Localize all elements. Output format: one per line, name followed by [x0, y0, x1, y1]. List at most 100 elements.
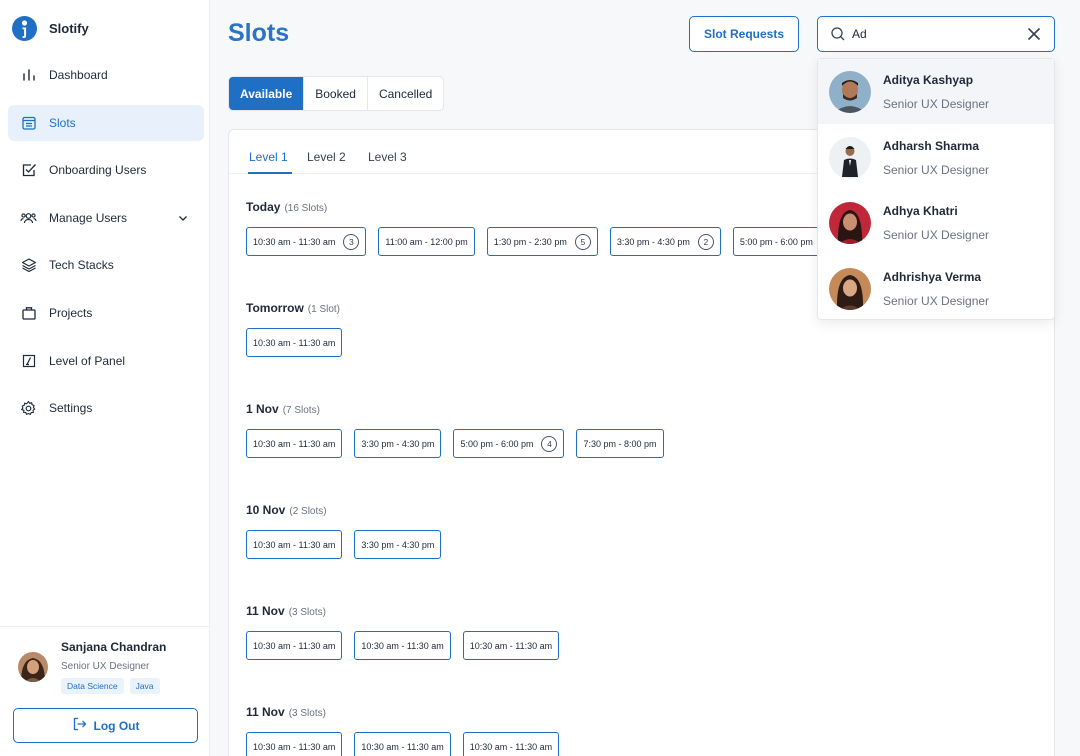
slot-chip[interactable]: 10:30 am - 11:30 am	[462, 631, 560, 660]
search-result-item[interactable]: Adhrishya Verma Senior UX Designer	[818, 256, 1054, 321]
slot-time: 10:30 am - 11:30 am	[253, 438, 336, 449]
slot-chip[interactable]: 10:30 am - 11:30 am	[246, 429, 343, 458]
gear-icon	[20, 400, 37, 417]
slot-time: 7:30 pm - 8:00 pm	[583, 438, 657, 449]
slot-chip[interactable]: 3:30 pm - 4:30 pm 2	[609, 227, 721, 256]
slot-badge: 5	[574, 233, 591, 250]
slot-chip[interactable]: 1:30 pm - 2:30 pm 5	[486, 227, 598, 256]
calendar-list-icon	[20, 114, 37, 131]
tab-level-1[interactable]: Level 1	[249, 150, 288, 164]
briefcase-icon	[20, 304, 37, 321]
slot-chip[interactable]: 10:30 am - 11:30 am	[354, 631, 451, 660]
search-result-item[interactable]: Adhya Khatri Senior UX Designer	[818, 190, 1054, 255]
slot-chip[interactable]: 11:00 am - 12:00 pm	[378, 227, 475, 256]
sidebar: Slotify Dashboard Slots Onboarding Users	[0, 0, 210, 756]
slot-chip[interactable]: 10:30 am - 11:30 am	[354, 732, 451, 756]
slot-count: (1 Slot)	[307, 304, 341, 315]
bar-chart-icon	[20, 67, 37, 84]
slot-badge: 4	[541, 435, 558, 452]
day-heading: Today (16 Slots)	[246, 200, 327, 214]
profile-name: Sanjana Chandran	[61, 640, 167, 654]
day-label: 11 Nov	[246, 705, 285, 719]
slot-chip[interactable]: 10:30 am - 11:30 am	[462, 732, 560, 756]
result-role: Senior UX Designer	[883, 163, 990, 177]
slot-count: (16 Slots)	[284, 203, 328, 214]
tab-available[interactable]: Available	[229, 77, 305, 110]
slot-chip[interactable]: 5:00 pm - 6:00 pm 4	[453, 429, 565, 458]
slot-time: 3:30 pm - 4:30 pm	[616, 236, 690, 247]
avatar	[829, 268, 871, 310]
sidebar-item-settings[interactable]: Settings	[8, 390, 204, 426]
day-heading: 11 Nov (3 Slots)	[246, 705, 326, 719]
sidebar-item-tech-stacks[interactable]: Tech Stacks	[8, 247, 204, 283]
logout-button[interactable]: Log Out	[13, 708, 198, 743]
sidebar-item-label: Manage Users	[49, 210, 128, 225]
sidebar-item-manage-users[interactable]: Manage Users	[8, 200, 204, 236]
search-input[interactable]	[852, 27, 1012, 41]
slot-list: 10:30 am - 11:30 am 3:30 pm - 4:30 pm 5:…	[246, 429, 664, 458]
slot-list: 10:30 am - 11:30 am 3:30 pm - 4:30 pm	[246, 530, 442, 559]
day-heading: 10 Nov (2 Slots)	[246, 503, 327, 517]
sidebar-item-label: Projects	[49, 305, 93, 320]
slot-chip[interactable]: 5:00 pm - 6:00 pm	[732, 227, 820, 256]
day-heading: 11 Nov (3 Slots)	[246, 604, 326, 618]
slot-list: 10:30 am - 11:30 am 3 11:00 am - 12:00 pm…	[246, 227, 820, 256]
slotify-logo-icon	[12, 16, 37, 41]
slot-time: 5:00 pm - 6:00 pm	[739, 236, 813, 247]
slot-time: 10:30 am - 11:30 am	[253, 539, 336, 550]
result-role: Senior UX Designer	[883, 228, 990, 242]
slot-list: 10:30 am - 11:30 am	[246, 328, 343, 357]
slot-list: 10:30 am - 11:30 am 10:30 am - 11:30 am …	[246, 631, 560, 660]
brand[interactable]: Slotify	[12, 16, 89, 41]
day-label: Tomorrow	[246, 301, 304, 315]
slot-time: 10:30 am - 11:30 am	[253, 337, 336, 348]
slot-chip[interactable]: 3:30 pm - 4:30 pm	[354, 429, 442, 458]
result-role: Senior UX Designer	[883, 97, 990, 111]
slot-count: (7 Slots)	[282, 405, 320, 416]
day-group: 10 Nov (2 Slots) 10:30 am - 11:30 am 3:30…	[246, 503, 442, 559]
slot-time: 10:30 am - 11:30 am	[361, 741, 444, 752]
slot-count: (2 Slots)	[289, 506, 327, 517]
slot-time: 11:00 am - 12:00 pm	[385, 236, 468, 247]
day-group: 1 Nov (7 Slots) 10:30 am - 11:30 am 3:30 …	[246, 402, 664, 458]
slot-time: 3:30 pm - 4:30 pm	[361, 539, 435, 550]
slot-chip[interactable]: 10:30 am - 11:30 am	[246, 530, 343, 559]
sidebar-item-onboarding-users[interactable]: Onboarding Users	[8, 152, 204, 188]
sidebar-nav: Dashboard Slots Onboarding Users Manage …	[8, 57, 204, 438]
profile-tags: Data Science Java	[61, 678, 160, 694]
tab-level-3[interactable]: Level 3	[368, 150, 407, 164]
result-name: Adharsh Sharma	[883, 139, 980, 153]
level-box-icon	[20, 352, 37, 369]
slot-time: 5:00 pm - 6:00 pm	[460, 438, 534, 449]
slot-chip[interactable]: 10:30 am - 11:30 am	[246, 328, 343, 357]
day-heading: Tomorrow (1 Slot)	[246, 301, 340, 315]
avatar	[829, 71, 871, 113]
day-group: Tomorrow (1 Slot) 10:30 am - 11:30 am	[246, 301, 343, 357]
tab-level-2[interactable]: Level 2	[307, 150, 346, 164]
sidebar-item-dashboard[interactable]: Dashboard	[8, 57, 204, 93]
sidebar-item-slots[interactable]: Slots	[8, 104, 204, 141]
slot-chip[interactable]: 10:30 am - 11:30 am	[246, 732, 343, 756]
chevron-down-icon[interactable]	[176, 211, 190, 225]
avatar	[18, 652, 48, 682]
sidebar-item-level-of-panel[interactable]: Level of Panel	[8, 343, 204, 379]
slot-chip[interactable]: 10:30 am - 11:30 am 3	[246, 227, 367, 256]
close-icon[interactable]	[1026, 26, 1042, 42]
slot-chip[interactable]: 3:30 pm - 4:30 pm	[354, 530, 442, 559]
sidebar-item-projects[interactable]: Projects	[8, 295, 204, 331]
slot-requests-button[interactable]: Slot Requests	[689, 16, 799, 52]
search-result-item[interactable]: Adharsh Sharma Senior UX Designer	[818, 125, 1054, 190]
slot-chip[interactable]: 10:30 am - 11:30 am	[246, 631, 343, 660]
logout-icon	[72, 716, 88, 735]
tab-booked[interactable]: Booked	[304, 77, 368, 110]
slot-time: 10:30 am - 11:30 am	[469, 741, 553, 752]
search-result-item[interactable]: Aditya Kashyap Senior UX Designer	[818, 59, 1054, 124]
slot-chip[interactable]: 7:30 pm - 8:00 pm	[576, 429, 664, 458]
user-profile: Sanjana Chandran Senior UX Designer Data…	[0, 626, 209, 756]
slot-time: 10:30 am - 11:30 am	[361, 640, 444, 651]
tab-cancelled[interactable]: Cancelled	[368, 77, 443, 110]
result-name: Aditya Kashyap	[883, 73, 974, 87]
search-results-dropdown: Aditya Kashyap Senior UX Designer Adhars…	[817, 58, 1055, 320]
app-root: Slotify Dashboard Slots Onboarding Users	[0, 0, 1080, 756]
sidebar-item-label: Tech Stacks	[49, 258, 114, 273]
